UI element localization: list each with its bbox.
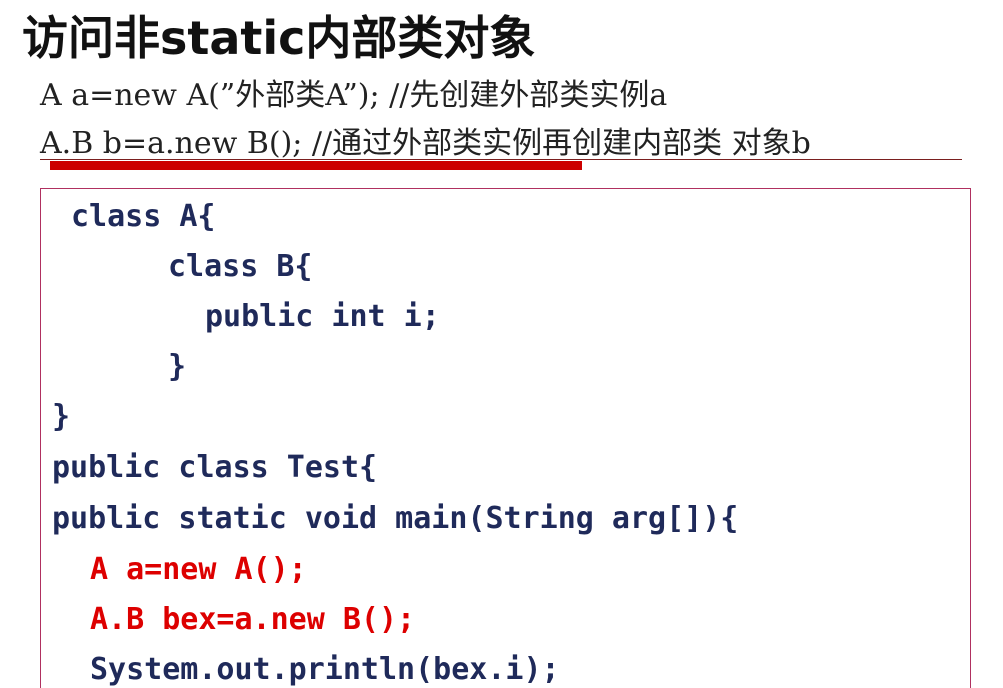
code-block: class A{ class B{ public int i; } } publ… <box>40 188 971 688</box>
code-line: A.B bex=a.new B(); <box>90 602 416 637</box>
accent-bar <box>50 161 582 170</box>
code-line: public static void main(String arg[]){ <box>52 501 739 536</box>
code-line: System.out.println(bex.i); <box>90 652 560 687</box>
code-line: public class Test{ <box>52 450 378 485</box>
inner-instance-line: A.B b=a.new B(); //通过外部类实例再创建内部类 对象b <box>40 126 811 161</box>
divider-line <box>40 159 962 160</box>
code-line: class B{ <box>168 249 313 284</box>
code-line: } <box>168 349 187 384</box>
outer-instance-line: A a=new A(”外部类A”); //先创建外部类实例a <box>40 78 668 113</box>
page-title: 访问非static内部类对象 <box>22 11 536 65</box>
code-line: } <box>52 399 71 434</box>
code-line: A a=new A(); <box>90 552 307 587</box>
code-line: class A{ <box>71 199 216 234</box>
slide: 访问非static内部类对象 A a=new A(”外部类A”); //先创建外… <box>0 0 1003 688</box>
code-line: public int i; <box>205 299 440 334</box>
